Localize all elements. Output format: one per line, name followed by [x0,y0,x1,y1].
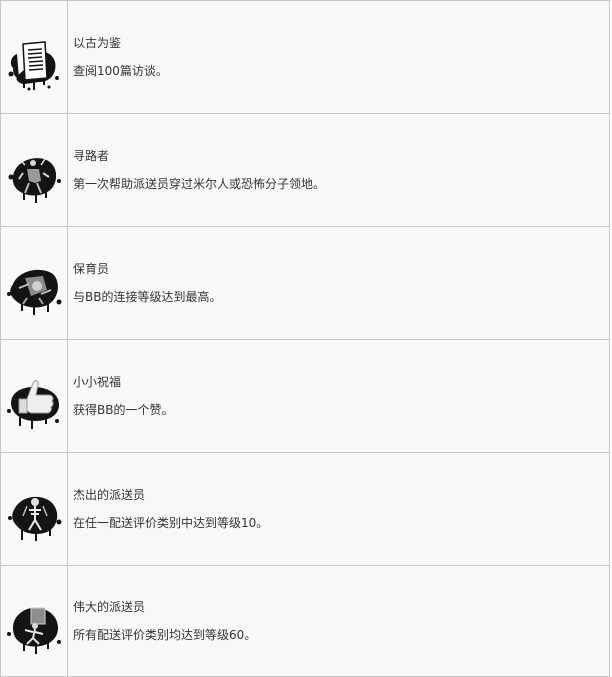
achievement-title: 杰出的派送员 [73,488,146,502]
icon-cell [0,0,68,114]
text-cell: 以古为鉴 查阅100篇访谈。 [67,0,610,114]
table-row: 以古为鉴 查阅100篇访谈。 [0,0,610,114]
text-cell: 伟大的派送员 所有配送评价类别均达到等级60。 [67,565,610,677]
icon-cell [0,113,68,227]
thumbs-up-icon [5,373,63,431]
table-row: 小小祝福 获得BB的一个赞。 [0,339,610,453]
achievement-description: 第一次帮助派送员穿过米尔人或恐怖分子领地。 [73,177,326,191]
text-cell: 小小祝福 获得BB的一个赞。 [67,339,610,453]
document-icon [5,34,63,92]
table-row: 寻路者 第一次帮助派送员穿过米尔人或恐怖分子领地。 [0,113,610,227]
text-cell: 寻路者 第一次帮助派送员穿过米尔人或恐怖分子领地。 [67,113,610,227]
icon-cell [0,226,68,340]
table-row: 杰出的派送员 在任一配送评价类别中达到等级10。 [0,452,610,566]
achievement-description: 在任一配送评价类别中达到等级10。 [73,516,269,530]
icon-cell [0,339,68,453]
achievement-description: 与BB的连接等级达到最高。 [73,290,222,304]
achievement-table: 以古为鉴 查阅100篇访谈。 寻路者 第一次帮助派送员穿过米尔人或恐怖分子领地。… [0,0,610,677]
table-row: 伟大的派送员 所有配送评价类别均达到等级60。 [0,565,610,677]
icon-cell [0,565,68,677]
achievement-description: 所有配送评价类别均达到等级60。 [73,628,257,642]
running-porter-icon [5,598,63,656]
nursery-figure-icon [5,260,63,318]
achievement-title: 寻路者 [73,149,110,163]
achievement-description: 获得BB的一个赞。 [73,403,174,417]
achievement-title: 以古为鉴 [73,36,122,50]
achievement-title: 保育员 [73,262,110,276]
table-row: 保育员 与BB的连接等级达到最高。 [0,226,610,340]
achievement-title: 伟大的派送员 [73,600,146,614]
skeleton-figure-icon [5,486,63,544]
icon-cell [0,452,68,566]
text-cell: 杰出的派送员 在任一配送评价类别中达到等级10。 [67,452,610,566]
achievement-description: 查阅100篇访谈。 [73,64,168,78]
achievement-title: 小小祝福 [73,375,122,389]
text-cell: 保育员 与BB的连接等级达到最高。 [67,226,610,340]
pathfinder-figure-icon [5,147,63,205]
